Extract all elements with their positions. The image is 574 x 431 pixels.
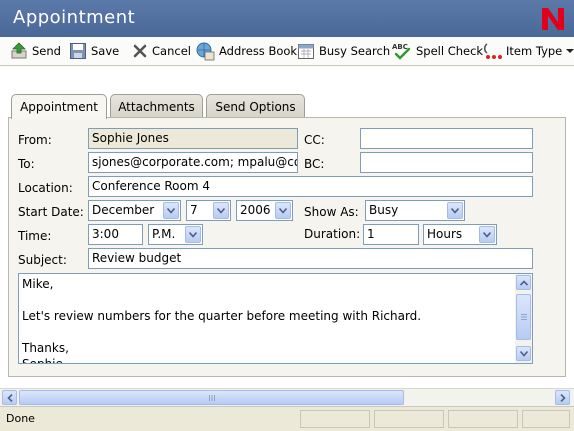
bc-field[interactable] bbox=[360, 152, 533, 173]
status-text: Done bbox=[6, 412, 35, 425]
scroll-left-button[interactable] bbox=[2, 390, 17, 405]
tab-attachments-label: Attachments bbox=[118, 99, 195, 114]
status-cell bbox=[300, 410, 370, 428]
send-button[interactable]: Send bbox=[10, 40, 61, 62]
time-field[interactable]: 3:00 bbox=[88, 224, 143, 245]
duration-unit-select[interactable]: Hours bbox=[423, 224, 497, 245]
subject-label: Subject: bbox=[18, 253, 67, 267]
save-button[interactable]: Save bbox=[69, 40, 119, 62]
duration-unit-value: Hours bbox=[427, 227, 463, 241]
chevron-up-icon bbox=[519, 279, 528, 286]
to-label: To: bbox=[18, 157, 35, 171]
show-as-select[interactable]: Busy bbox=[365, 200, 465, 221]
horizontal-scroll-thumb[interactable] bbox=[19, 390, 404, 405]
location-field[interactable]: Conference Room 4 bbox=[88, 176, 533, 197]
start-year-value: 2006 bbox=[240, 203, 271, 217]
busy-search-label: Busy Search bbox=[319, 44, 391, 58]
grip-icon bbox=[208, 394, 215, 401]
chevron-down-icon bbox=[163, 202, 179, 219]
spell-check-button[interactable]: ABC Spell Check bbox=[392, 40, 483, 62]
toolbar: Send Save Cancel Address Book Busy Searc… bbox=[0, 37, 574, 66]
save-label: Save bbox=[91, 44, 120, 58]
chevron-down-icon bbox=[275, 202, 291, 219]
svg-text:ABC: ABC bbox=[392, 43, 408, 51]
chevron-left-icon bbox=[6, 393, 13, 402]
message-body[interactable]: Mike, Let's review numbers for the quart… bbox=[18, 273, 533, 364]
scroll-up-button[interactable] bbox=[516, 275, 531, 290]
tab-attachments[interactable]: Attachments bbox=[110, 94, 203, 118]
chevron-down-icon bbox=[213, 202, 229, 219]
start-month-select[interactable]: December bbox=[88, 200, 181, 221]
start-day-select[interactable]: 7 bbox=[186, 200, 231, 221]
status-cell bbox=[448, 410, 518, 428]
status-cell bbox=[374, 410, 444, 428]
show-as-value: Busy bbox=[369, 203, 399, 217]
location-label: Location: bbox=[18, 181, 73, 195]
chevron-down-icon bbox=[447, 202, 463, 219]
scroll-right-button[interactable] bbox=[555, 390, 570, 405]
item-type-button[interactable]: Item Type bbox=[482, 40, 574, 62]
tab-appointment-label: Appointment bbox=[20, 100, 98, 114]
start-day-value: 7 bbox=[190, 203, 198, 217]
cancel-button[interactable]: Cancel bbox=[132, 40, 191, 62]
cancel-label: Cancel bbox=[152, 44, 191, 58]
chevron-down-icon bbox=[519, 350, 528, 357]
message-text[interactable]: Mike, Let's review numbers for the quart… bbox=[19, 274, 516, 363]
window-title: Appointment bbox=[13, 7, 136, 28]
ampm-value: P.M. bbox=[152, 227, 176, 241]
spell-check-icon: ABC bbox=[392, 43, 411, 60]
scroll-down-button[interactable] bbox=[516, 346, 531, 361]
cc-label: CC: bbox=[304, 133, 325, 147]
busy-search-button[interactable]: Busy Search bbox=[297, 40, 390, 62]
chevron-down-icon bbox=[185, 226, 201, 243]
send-label: Send bbox=[32, 44, 61, 58]
address-book-label: Address Book bbox=[219, 44, 298, 58]
duration-field[interactable]: 1 bbox=[363, 224, 419, 245]
horizontal-scrollbar[interactable] bbox=[0, 388, 574, 406]
chevron-down-icon bbox=[479, 226, 495, 243]
spell-check-label: Spell Check bbox=[416, 44, 484, 58]
tab-send-options-label: Send Options bbox=[215, 99, 296, 114]
chevron-right-icon bbox=[559, 393, 566, 402]
subject-field[interactable]: Review budget bbox=[88, 248, 533, 269]
from-field: Sophie Jones bbox=[88, 128, 298, 149]
tab-appointment[interactable]: Appointment bbox=[11, 94, 107, 119]
time-label: Time: bbox=[18, 229, 52, 243]
ampm-select[interactable]: P.M. bbox=[148, 224, 203, 245]
from-label: From: bbox=[18, 133, 52, 147]
appointment-form: From: Sophie Jones CC: To: sjones@corpor… bbox=[8, 117, 566, 377]
start-month-value: December bbox=[92, 203, 155, 217]
chevron-down-icon bbox=[566, 49, 574, 53]
cancel-icon bbox=[133, 44, 147, 58]
appointment-content: Appointment Attachments Send Options Fro… bbox=[0, 66, 574, 388]
show-as-label: Show As: bbox=[304, 205, 359, 219]
scroll-thumb[interactable] bbox=[516, 294, 531, 340]
address-book-button[interactable]: Address Book bbox=[195, 40, 297, 62]
cc-field[interactable] bbox=[360, 128, 533, 149]
calendar-icon bbox=[298, 44, 314, 59]
bc-label: BC: bbox=[304, 157, 325, 171]
novell-logo-icon bbox=[542, 8, 564, 30]
save-icon bbox=[70, 43, 86, 59]
send-icon bbox=[11, 42, 27, 59]
duration-label: Duration: bbox=[304, 227, 361, 241]
item-type-icon bbox=[483, 43, 502, 59]
message-scrollbar[interactable] bbox=[515, 274, 532, 363]
tab-send-options[interactable]: Send Options bbox=[206, 94, 305, 118]
start-year-select[interactable]: 2006 bbox=[236, 200, 293, 221]
item-type-label: Item Type bbox=[506, 44, 563, 58]
start-date-label: Start Date: bbox=[18, 205, 84, 219]
status-bar: Done bbox=[0, 406, 574, 431]
grip-icon bbox=[520, 314, 527, 320]
to-field[interactable]: sjones@corporate.com; mpalu@corporate.co… bbox=[88, 152, 298, 173]
address-book-icon bbox=[196, 42, 215, 61]
title-bar: Appointment bbox=[0, 0, 574, 37]
status-cell bbox=[522, 410, 570, 428]
